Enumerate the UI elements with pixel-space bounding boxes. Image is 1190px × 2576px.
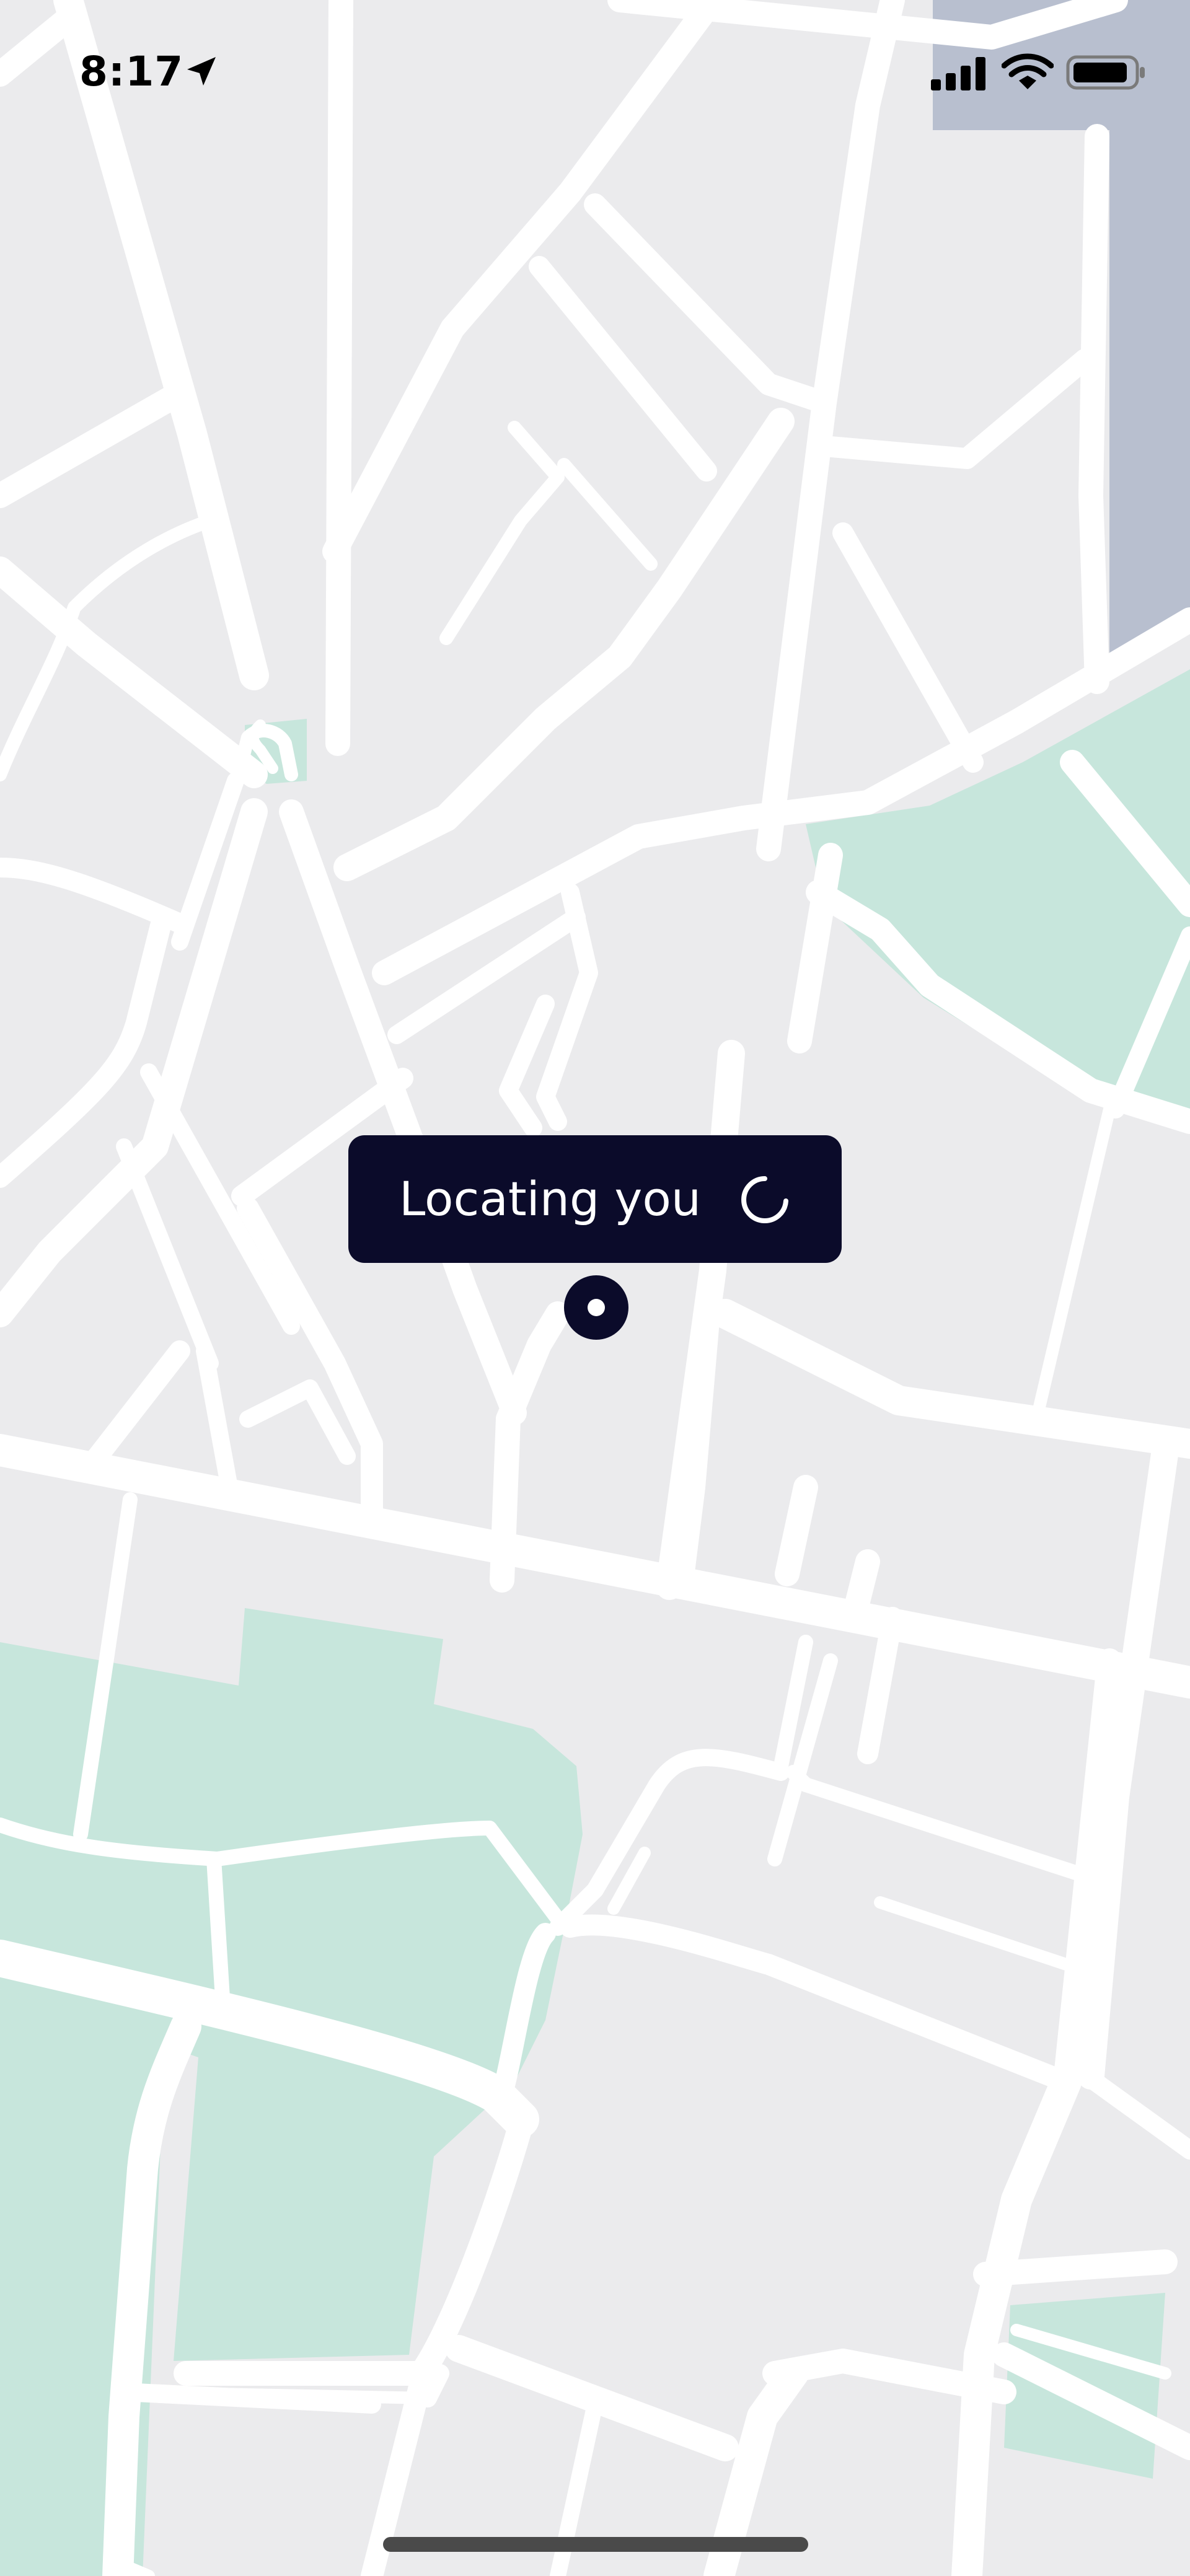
- user-location-dot: [588, 1299, 605, 1316]
- locating-banner: Locating you: [348, 1135, 842, 1263]
- location-arrow-icon: [187, 57, 216, 86]
- status-bar-time: 8:17: [79, 48, 184, 95]
- locating-label: Locating you: [399, 1171, 701, 1226]
- battery-icon: [1066, 55, 1145, 90]
- map-screen: 8:17 Locating you: [0, 0, 1190, 2576]
- loading-spinner-icon: [741, 1176, 788, 1223]
- status-bar: 8:17: [0, 0, 1190, 149]
- cellular-signal-icon: [931, 57, 985, 90]
- home-indicator[interactable]: [383, 2537, 808, 2552]
- user-location-marker: [564, 1275, 628, 1340]
- wifi-icon: [1002, 53, 1054, 89]
